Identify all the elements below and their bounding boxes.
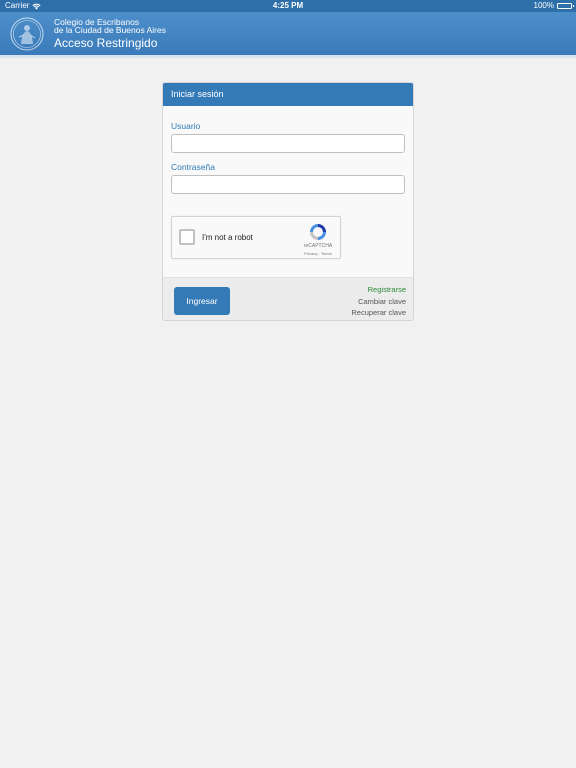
status-right: 100% [533, 0, 574, 12]
login-panel: Iniciar sesión Usuario Contraseña I'm no… [162, 82, 414, 321]
account-links: Registrarse Cambiar clave Recuperar clav… [351, 284, 406, 319]
register-link[interactable]: Registrarse [351, 284, 406, 296]
login-button[interactable]: Ingresar [174, 287, 230, 315]
app-header: Colegio de Escribanos de la Ciudad de Bu… [0, 12, 576, 58]
password-input[interactable] [171, 175, 405, 194]
status-time: 4:25 PM [272, 1, 304, 10]
recaptcha-logo-icon [310, 224, 326, 240]
recaptcha-brand: reCAPTCHA [303, 243, 333, 249]
header-subtitle-line2: de la Ciudad de Buenos Aires [54, 25, 166, 35]
status-bar: Carrier 4:25 PM 100% [0, 0, 576, 12]
recover-password-link[interactable]: Recuperar clave [351, 307, 406, 319]
page-title: Acceso Restringido [54, 36, 158, 50]
username-label: Usuario [171, 121, 201, 131]
college-seal-icon [10, 17, 44, 51]
login-panel-footer: Ingresar Registrarse Cambiar clave Recup… [163, 277, 413, 320]
battery-icon [557, 3, 574, 9]
username-input[interactable] [171, 134, 405, 153]
recaptcha-widget: I'm not a robot reCAPTCHA Privacy - Term… [171, 216, 341, 259]
password-label: Contraseña [171, 162, 215, 172]
recaptcha-label: I'm not a robot [202, 233, 253, 242]
recaptcha-links[interactable]: Privacy - Terms [296, 251, 340, 256]
login-panel-heading: Iniciar sesión [163, 83, 413, 106]
battery-percent: 100% [533, 1, 554, 10]
recaptcha-checkbox[interactable] [179, 229, 195, 245]
change-password-link[interactable]: Cambiar clave [351, 296, 406, 308]
